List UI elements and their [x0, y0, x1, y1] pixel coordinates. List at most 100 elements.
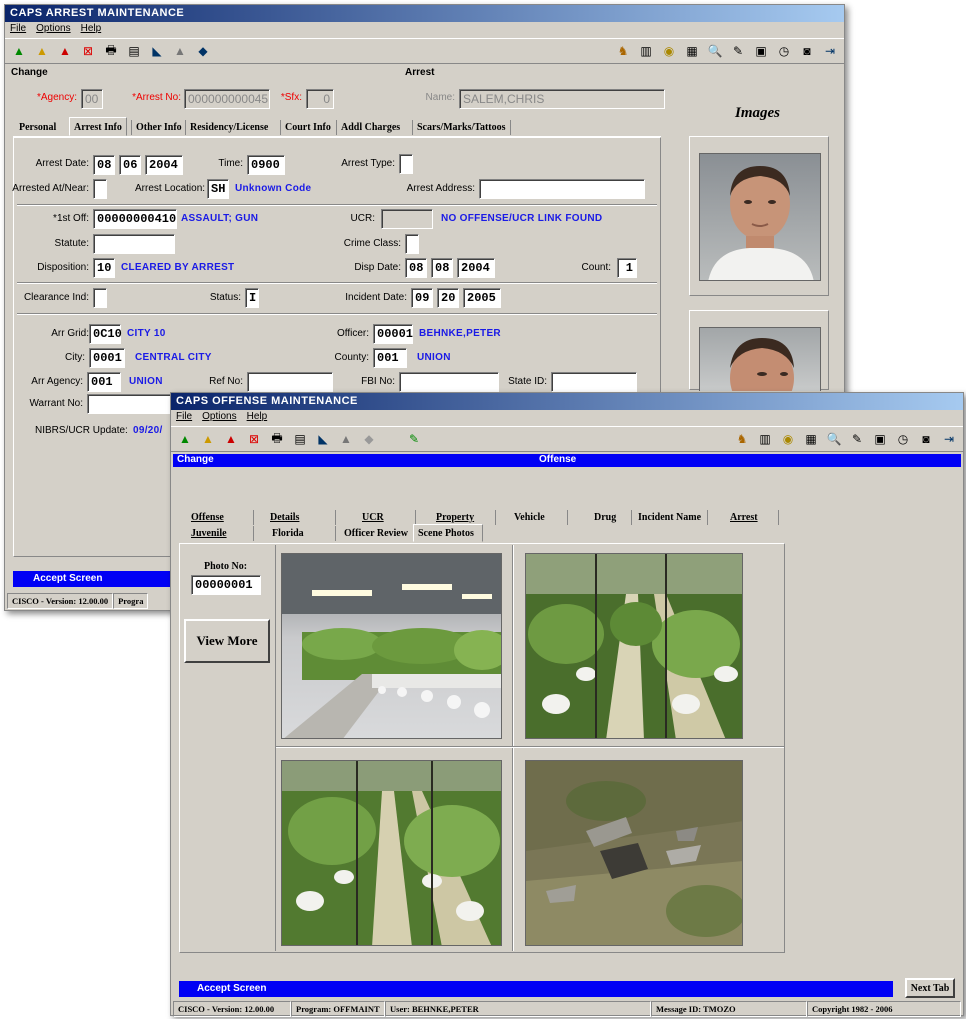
change-record-icon[interactable]: ▲ — [55, 41, 75, 61]
next-tab-button[interactable]: Next Tab — [905, 978, 955, 998]
globe-icon[interactable]: ◉ — [659, 41, 679, 61]
crime-class-field[interactable] — [405, 234, 419, 254]
tab-vehicle[interactable]: Vehicle — [495, 510, 563, 525]
tab-addl-charges[interactable]: Addl Charges — [336, 120, 404, 135]
status-field[interactable]: I — [245, 288, 259, 308]
menu-help[interactable]: Help — [247, 411, 268, 425]
first-off-field[interactable]: 00000000410 — [93, 209, 177, 229]
photo-no-field[interactable]: 00000001 — [191, 575, 261, 595]
count-field[interactable]: 1 — [617, 258, 637, 278]
scene-photo-3[interactable] — [281, 760, 502, 946]
time-field[interactable]: 0900 — [247, 155, 285, 175]
view-more-button[interactable]: View More — [184, 619, 270, 663]
tab-personal[interactable]: Personal — [15, 120, 60, 135]
print-icon[interactable]: 🖶 — [101, 41, 121, 61]
menu-help[interactable]: Help — [81, 23, 102, 37]
statute-field[interactable] — [93, 234, 175, 254]
delete-icon[interactable]: ⊠ — [78, 41, 98, 61]
tab-property[interactable]: Property — [415, 510, 490, 525]
exit-icon[interactable]: ⇥ — [939, 429, 959, 449]
add-record-icon[interactable]: ▲ — [9, 41, 29, 61]
search-icon[interactable]: 🔍 — [705, 41, 725, 61]
add-record-icon[interactable]: ▲ — [175, 429, 195, 449]
tools-icon[interactable]: ✎ — [847, 429, 867, 449]
state-id-field[interactable] — [551, 372, 637, 392]
globe-icon[interactable]: ◉ — [778, 429, 798, 449]
incident-date-day[interactable]: 20 — [437, 288, 459, 308]
arrest-location-field[interactable]: SH — [207, 179, 229, 199]
arrest-type-field[interactable] — [399, 154, 413, 174]
calculator-icon[interactable]: ▣ — [751, 41, 771, 61]
ref-no-field[interactable] — [247, 372, 333, 392]
county-field[interactable]: 001 — [373, 348, 407, 368]
tab-offense[interactable]: Offense — [187, 510, 228, 525]
tab-florida[interactable]: Florida — [253, 526, 324, 541]
tab-juvenile[interactable]: Juvenile — [187, 526, 231, 541]
document-icon[interactable]: ▤ — [124, 41, 144, 61]
calculator-icon[interactable]: ▣ — [870, 429, 890, 449]
tab-court-info[interactable]: Court Info — [280, 120, 335, 135]
up-icon[interactable]: ▲ — [336, 429, 356, 449]
clearance-field[interactable] — [93, 288, 107, 308]
ucr-field[interactable] — [381, 209, 433, 229]
mugshot-photo-1[interactable] — [699, 153, 821, 281]
tab-scene-photos[interactable]: Scene Photos — [413, 524, 483, 542]
open-record-icon[interactable]: ▲ — [32, 41, 52, 61]
tab-ucr[interactable]: UCR — [335, 510, 410, 525]
scene-photo-2[interactable] — [525, 553, 743, 739]
arrest-date-month[interactable]: 08 — [93, 155, 115, 175]
disp-date-year[interactable]: 2004 — [457, 258, 495, 278]
chart-icon[interactable]: ▦ — [801, 429, 821, 449]
tab-arrest-info[interactable]: Arrest Info — [69, 117, 127, 136]
tab-scars[interactable]: Scars/Marks/Tattoos — [412, 120, 511, 135]
search-icon[interactable]: 🔍 — [824, 429, 844, 449]
print-icon[interactable]: 🖶 — [267, 429, 287, 449]
arr-agency-field[interactable]: 001 — [87, 372, 121, 392]
tab-incident-name[interactable]: Incident Name — [631, 510, 709, 525]
notes-icon[interactable]: ▥ — [636, 41, 656, 61]
tools-icon[interactable]: ✎ — [728, 41, 748, 61]
open-record-icon[interactable]: ▲ — [198, 429, 218, 449]
tab-other-info[interactable]: Other Info — [131, 120, 186, 135]
arrested-at-field[interactable] — [93, 179, 107, 199]
up-icon[interactable]: ▲ — [170, 41, 190, 61]
menu-options[interactable]: Options — [36, 23, 70, 37]
warrant-field[interactable] — [87, 394, 177, 414]
change-record-icon[interactable]: ▲ — [221, 429, 241, 449]
info-icon[interactable]: ◆ — [359, 429, 379, 449]
disp-date-day[interactable]: 08 — [431, 258, 453, 278]
chart-icon[interactable]: ▦ — [682, 41, 702, 61]
delete-icon[interactable]: ⊠ — [244, 429, 264, 449]
back-icon[interactable]: ◣ — [147, 41, 167, 61]
people-icon[interactable]: ♞ — [613, 41, 633, 61]
people-icon[interactable]: ♞ — [732, 429, 752, 449]
fbi-no-field[interactable] — [399, 372, 499, 392]
info-icon[interactable]: ◆ — [193, 41, 213, 61]
exit-icon[interactable]: ⇥ — [820, 41, 840, 61]
tab-arrest[interactable]: Arrest — [707, 510, 779, 525]
disp-date-month[interactable]: 08 — [405, 258, 427, 278]
mugshot-photo-2[interactable] — [699, 327, 821, 391]
tab-officer-review[interactable]: Officer Review — [335, 526, 412, 541]
arr-grid-field[interactable]: 0C10 — [89, 324, 122, 344]
city-field[interactable]: 0001 — [89, 348, 125, 368]
tab-residency[interactable]: Residency/License — [185, 120, 272, 135]
camera-icon[interactable]: ◙ — [916, 429, 936, 449]
incident-date-month[interactable]: 09 — [411, 288, 433, 308]
disposition-field[interactable]: 10 — [93, 258, 115, 278]
officer-field[interactable]: 00001 — [373, 324, 413, 344]
arrest-date-day[interactable]: 06 — [119, 155, 141, 175]
menu-options[interactable]: Options — [202, 411, 236, 425]
clock-icon[interactable]: ◷ — [893, 429, 913, 449]
back-icon[interactable]: ◣ — [313, 429, 333, 449]
edit-icon[interactable]: ✎ — [404, 429, 424, 449]
notes-icon[interactable]: ▥ — [755, 429, 775, 449]
clock-icon[interactable]: ◷ — [774, 41, 794, 61]
incident-date-year[interactable]: 2005 — [463, 288, 501, 308]
arrest-date-year[interactable]: 2004 — [145, 155, 183, 175]
menu-file[interactable]: File — [10, 23, 26, 37]
arrest-no-field[interactable]: 000000000045 — [184, 89, 270, 109]
offense-accept-bar[interactable]: Accept Screen — [179, 981, 893, 997]
camera-icon[interactable]: ◙ — [797, 41, 817, 61]
tab-details[interactable]: Details — [253, 510, 303, 525]
